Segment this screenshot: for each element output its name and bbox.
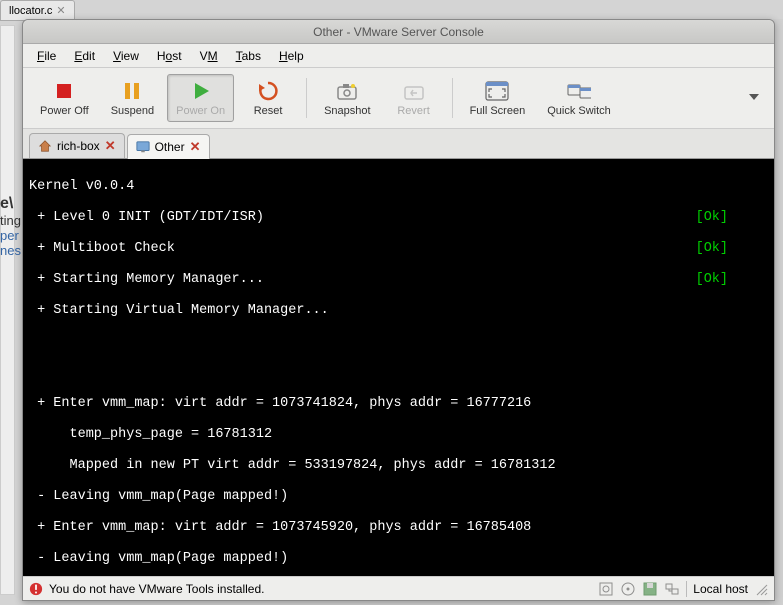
tab-label: rich-box [57,139,100,153]
toolbar-overflow-button[interactable] [742,85,766,112]
revert-icon [402,79,426,103]
window-title: Other - VMware Server Console [313,25,484,39]
quick-switch-icon [567,79,591,103]
separator [686,581,687,597]
disk-icon[interactable] [598,581,614,597]
bg-file-tab-label: llocator.c [9,5,52,17]
snapshot-button[interactable]: Snapshot [315,74,379,122]
bg-file-tab: llocator.c ✕ [0,0,75,21]
stop-icon [52,79,76,103]
bg-gutter [0,25,15,595]
menu-host[interactable]: Host [149,46,190,66]
menu-edit[interactable]: Edit [66,46,103,66]
close-icon[interactable]: ✕ [105,138,116,154]
power-off-button[interactable]: Power Off [31,74,98,122]
window-titlebar[interactable]: Other - VMware Server Console [23,20,774,44]
status-message: You do not have VMware Tools installed. [49,582,264,596]
quick-switch-button[interactable]: Quick Switch [538,74,620,122]
statusbar: You do not have VMware Tools installed. … [23,576,774,600]
menu-help[interactable]: Help [271,46,312,66]
vmware-console-window: Other - VMware Server Console File Edit … [22,19,775,601]
menu-tabs[interactable]: Tabs [228,46,269,66]
camera-icon [335,79,359,103]
pause-icon [120,79,144,103]
reset-button[interactable]: Reset [238,74,298,122]
tab-other[interactable]: Other ✕ [127,134,210,159]
bg-text-fragment: e\ ting per nes [0,195,21,258]
play-icon [189,79,213,103]
menubar: File Edit View Host VM Tabs Help [23,44,774,68]
menu-view[interactable]: View [105,46,147,66]
network-icon[interactable] [664,581,680,597]
revert-button[interactable]: Revert [384,74,444,122]
close-icon[interactable]: ✕ [56,4,65,17]
menu-file[interactable]: File [29,46,64,66]
toolbar-separator [306,78,307,118]
monitor-icon [136,140,150,154]
menu-vm[interactable]: VM [192,46,226,66]
chevron-down-icon [748,91,760,103]
cd-icon[interactable] [620,581,636,597]
home-icon [38,139,52,153]
resize-grip[interactable] [754,582,768,596]
vm-console[interactable]: Kernel v0.0.4 + Level 0 INIT (GDT/IDT/IS… [23,159,774,576]
full-screen-button[interactable]: Full Screen [461,74,535,122]
tab-label: Other [155,140,185,154]
toolbar-separator [452,78,453,118]
vm-tabstrip: rich-box ✕ Other ✕ [23,129,774,159]
close-icon[interactable]: ✕ [190,139,201,155]
power-on-button[interactable]: Power On [167,74,234,122]
tab-rich-box[interactable]: rich-box ✕ [29,133,125,158]
floppy-icon[interactable] [642,581,658,597]
host-label: Local host [693,582,748,596]
reset-icon [256,79,280,103]
fullscreen-icon [485,79,509,103]
suspend-button[interactable]: Suspend [102,74,163,122]
toolbar: Power Off Suspend Power On Reset Snapsho… [23,68,774,129]
warning-icon [29,582,43,596]
